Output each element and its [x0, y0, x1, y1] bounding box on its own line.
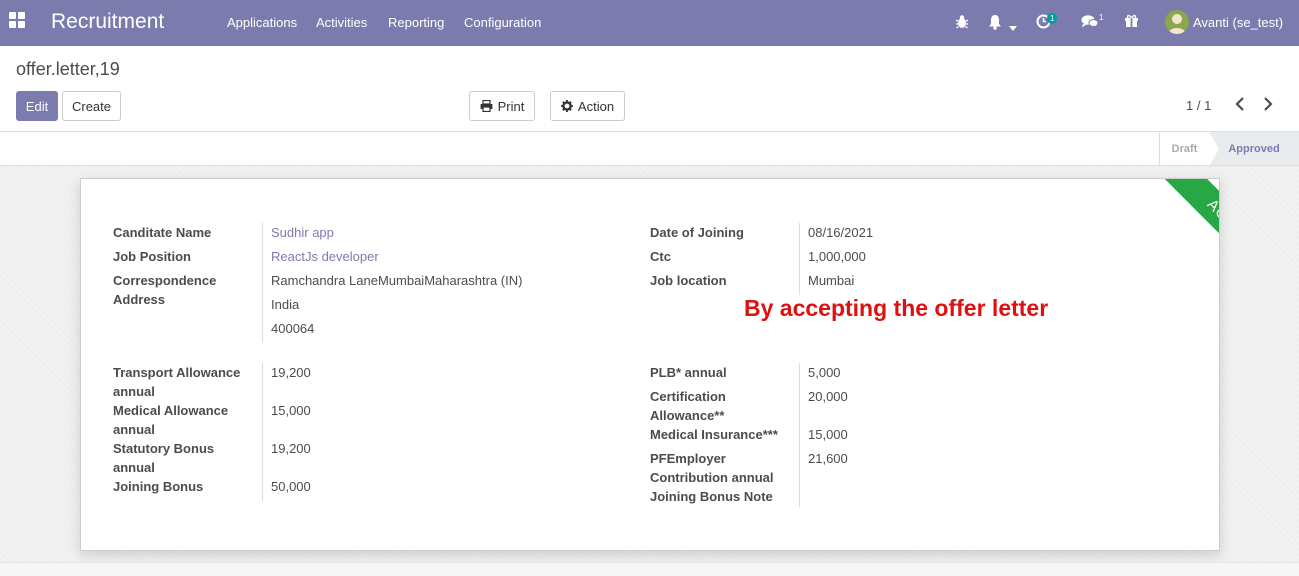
- activity-badge: 1: [1047, 13, 1058, 24]
- candidate-name-label: Canditate Name: [113, 225, 212, 240]
- address-line-3: 400064: [271, 321, 315, 336]
- divider: [799, 363, 800, 507]
- address-label-line-2: Address: [113, 292, 166, 307]
- divider: [799, 223, 800, 295]
- statutory-label-line-2: annual: [113, 460, 155, 475]
- app-title: Recruitment: [51, 10, 165, 33]
- form-sheet: ACCEPTED Canditate Name Sudhir app Job P…: [80, 178, 1220, 551]
- statutory-bonus-value: 19,200: [271, 441, 311, 456]
- address-line-2: India: [271, 297, 300, 312]
- cert-label-line-1: Certification: [650, 389, 726, 404]
- medical-label-line-1: Medical Allowance: [113, 403, 229, 418]
- joining-bonus-label: Joining Bonus: [113, 479, 204, 494]
- action-button[interactable]: Action: [550, 91, 625, 121]
- pf-employer-label: PFEmployer Contribution annual: [650, 449, 773, 487]
- address-label-line-1: Correspondence: [113, 273, 217, 288]
- menu-activities[interactable]: Activities: [316, 15, 367, 30]
- joining-bonus-value: 50,000: [271, 479, 311, 494]
- messages-count: 1: [1099, 13, 1104, 22]
- apps-grid-icon[interactable]: [9, 12, 27, 30]
- ctc-value: 1,000,000: [808, 249, 866, 264]
- certification-allowance-value: 20,000: [808, 389, 848, 404]
- pf-label-line-2: Contribution annual: [650, 470, 774, 485]
- divider: [262, 223, 263, 343]
- job-position-label: Job Position: [113, 249, 191, 264]
- transport-allowance-label: Transport Allowance annual: [113, 363, 240, 401]
- stage-draft[interactable]: Draft: [1159, 132, 1209, 165]
- bell-icon[interactable]: [988, 14, 1002, 34]
- medical-label-line-2: annual: [113, 422, 155, 437]
- pf-label-line-1: PFEmployer: [650, 451, 726, 466]
- gift-icon[interactable]: [1124, 13, 1139, 33]
- chatter-strip: [0, 562, 1299, 576]
- user-name[interactable]: Avanti (se_test): [1193, 15, 1283, 30]
- plb-annual-value: 5,000: [808, 365, 841, 380]
- address-line-1: Ramchandra LaneMumbaiMaharashtra (IN): [271, 273, 523, 288]
- control-panel: offer.letter,19 Edit Create Print Action…: [0, 46, 1299, 132]
- statutory-label-line-1: Statutory Bonus: [113, 441, 215, 456]
- transport-allowance-value: 19,200: [271, 365, 311, 380]
- stage-arrow: [1209, 132, 1219, 166]
- print-label: Print: [497, 98, 525, 114]
- menu-configuration[interactable]: Configuration: [464, 15, 541, 30]
- chevron-down-icon[interactable]: [1009, 19, 1017, 39]
- date-of-joining-value: 08/16/2021: [808, 225, 874, 240]
- top-navbar: Recruitment Applications Activities Repo…: [0, 0, 1299, 46]
- menu-reporting[interactable]: Reporting: [388, 15, 444, 30]
- ctc-label: Ctc: [650, 249, 671, 264]
- edit-button[interactable]: Edit: [16, 91, 58, 121]
- transport-label-line-2: annual: [113, 384, 155, 399]
- address-label: Correspondence Address: [113, 271, 216, 309]
- messages-icon[interactable]: [1081, 14, 1099, 34]
- job-location-value: Mumbai: [808, 273, 855, 288]
- menu-applications[interactable]: Applications: [227, 15, 297, 30]
- joining-bonus-note-label: Joining Bonus Note: [650, 489, 773, 504]
- plb-annual-label: PLB* annual: [650, 365, 727, 380]
- candidate-name-value[interactable]: Sudhir app: [271, 223, 334, 242]
- printer-icon: [480, 100, 493, 112]
- breadcrumb: offer.letter,19: [16, 59, 120, 79]
- medical-allowance-label: Medical Allowance annual: [113, 401, 228, 439]
- stage-approved[interactable]: Approved: [1209, 132, 1299, 165]
- divider: [262, 363, 263, 501]
- accepted-ribbon: ACCEPTED: [1152, 179, 1219, 323]
- certification-allowance-label: Certification Allowance**: [650, 387, 726, 425]
- date-of-joining-label: Date of Joining: [650, 225, 744, 240]
- bug-icon[interactable]: [955, 14, 969, 34]
- print-button[interactable]: Print: [469, 91, 535, 121]
- medical-insurance-label: Medical Insurance***: [650, 427, 778, 442]
- create-button[interactable]: Create: [62, 91, 121, 121]
- job-position-value[interactable]: ReactJs developer: [271, 247, 379, 266]
- user-avatar[interactable]: [1165, 10, 1189, 34]
- medical-allowance-value: 15,000: [271, 403, 311, 418]
- chevron-left-icon[interactable]: [1234, 96, 1250, 114]
- status-bar: Draft Approved: [0, 132, 1299, 166]
- pf-employer-value: 21,600: [808, 451, 848, 466]
- pager-value[interactable]: 1 / 1: [1186, 98, 1211, 113]
- statutory-bonus-label: Statutory Bonus annual: [113, 439, 214, 477]
- chevron-right-icon[interactable]: [1262, 96, 1278, 114]
- gear-icon: [560, 100, 573, 112]
- cert-label-line-2: Allowance**: [650, 408, 725, 423]
- action-label: Action: [577, 98, 615, 114]
- transport-label-line-1: Transport Allowance: [113, 365, 241, 380]
- job-location-label: Job location: [650, 273, 727, 288]
- medical-insurance-value: 15,000: [808, 427, 848, 442]
- acceptance-note: By accepting the offer letter: [744, 295, 1049, 321]
